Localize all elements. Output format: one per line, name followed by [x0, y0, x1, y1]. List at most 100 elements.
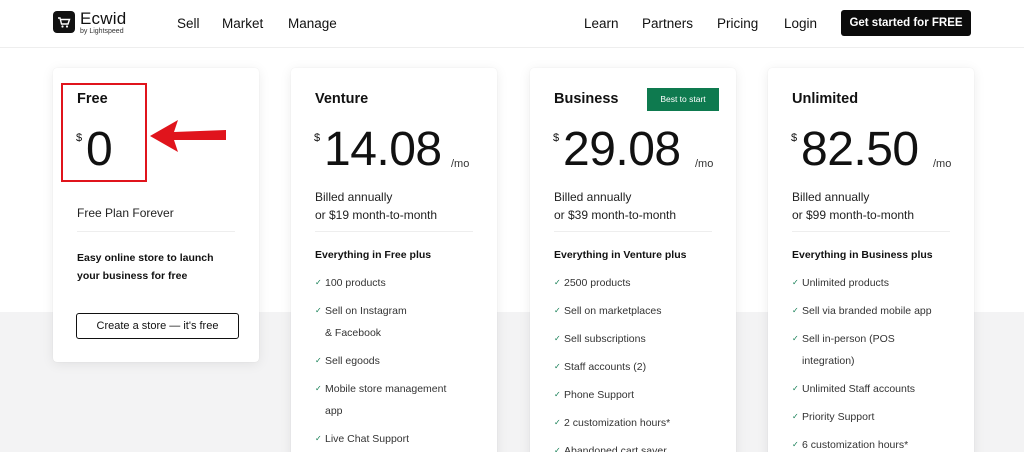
- billing-line: Billed annually: [315, 190, 393, 204]
- feature-item: ✓ 2500 products: [554, 272, 729, 294]
- plan-card-business: Business Best to start $ 29.08 /mo Bille…: [530, 68, 736, 452]
- check-icon: ✓: [315, 278, 322, 287]
- feature-item: ✓ Priority Support: [792, 406, 967, 428]
- features-heading: Everything in Free plus: [315, 249, 432, 261]
- feature-text: Priority Support: [802, 411, 875, 423]
- billing-line: Billed annually: [792, 190, 870, 204]
- feature-text: Sell via branded mobile app: [802, 305, 932, 317]
- features-heading: Everything in Venture plus: [554, 249, 687, 261]
- create-store-button[interactable]: Create a store — it's free: [76, 313, 239, 339]
- check-icon: ✓: [792, 278, 799, 287]
- nav-sell[interactable]: Sell: [177, 16, 200, 31]
- price-value: 82.50: [801, 123, 919, 176]
- feature-item: ✓ Unlimited Staff accounts: [792, 378, 967, 400]
- check-icon: ✓: [315, 356, 322, 365]
- get-started-button[interactable]: Get started for FREE: [841, 10, 971, 36]
- feature-item: ✓ Sell via branded mobile app: [792, 300, 967, 322]
- feature-text: Phone Support: [564, 389, 635, 401]
- divider: [315, 231, 473, 232]
- feature-item: ✓ Sell in-person (POS integration): [792, 328, 967, 372]
- ecwid-logo[interactable]: Ecwid by Lightspeed: [53, 9, 143, 39]
- check-icon: ✓: [554, 278, 561, 287]
- nav-login[interactable]: Login: [784, 16, 817, 31]
- feature-text: 6 customization hours*: [802, 439, 909, 451]
- feature-item: ✓ Abandoned cart saver: [554, 440, 729, 452]
- feature-item: ✓ Sell egoods: [315, 350, 490, 372]
- divider: [77, 231, 235, 232]
- features-heading: Everything in Business plus: [792, 249, 933, 261]
- feature-item: ✓ 6 customization hours*: [792, 434, 967, 452]
- check-icon: ✓: [792, 334, 799, 343]
- price-value: 14.08: [324, 123, 442, 176]
- billing-info: Billed annually or $39 month-to-month: [554, 188, 676, 224]
- per-month: /mo: [451, 158, 470, 170]
- feature-text: Sell egoods: [325, 355, 380, 367]
- feature-text: 2500 products: [564, 277, 631, 289]
- feature-text: 100 products: [325, 277, 386, 289]
- feature-list: ✓ Unlimited products ✓ Sell via branded mob…: [792, 272, 967, 452]
- check-icon: ✓: [554, 362, 561, 371]
- check-icon: ✓: [792, 412, 799, 421]
- divider: [554, 231, 712, 232]
- description-line: Easy online store to launch: [77, 252, 214, 264]
- check-icon: ✓: [792, 306, 799, 315]
- arrow-left-icon: [150, 120, 226, 152]
- billing-info: Billed annually or $99 month-to-month: [792, 188, 914, 224]
- feature-text: Abandoned cart saver: [564, 445, 667, 452]
- best-to-start-badge: Best to start: [647, 88, 719, 111]
- feature-text: Unlimited Staff accounts: [802, 383, 916, 395]
- billing-line: or $19 month-to-month: [315, 208, 438, 222]
- divider: [792, 231, 950, 232]
- billing-info: Billed annually or $19 month-to-month: [315, 188, 437, 224]
- logo-subtext: by Lightspeed: [80, 28, 124, 35]
- feature-item: ✓ Sell subscriptions: [554, 328, 729, 350]
- nav-pricing[interactable]: Pricing: [717, 16, 758, 31]
- feature-item: ✓ 2 customization hours*: [554, 412, 729, 434]
- nav-learn[interactable]: Learn: [584, 16, 619, 31]
- billing-line: or $39 month-to-month: [554, 208, 677, 222]
- feature-text: app: [325, 405, 343, 417]
- plan-card-venture: Venture $ 14.08 /mo Billed annually or $…: [291, 68, 497, 452]
- check-icon: ✓: [315, 434, 322, 443]
- billing-line: or $99 month-to-month: [792, 208, 915, 222]
- plan-subtitle: Free Plan Forever: [77, 206, 174, 220]
- billing-line: Billed annually: [554, 190, 632, 204]
- price-value: 29.08: [563, 123, 681, 176]
- plan-card-unlimited: Unlimited $ 82.50 /mo Billed annually or…: [768, 68, 974, 452]
- feature-text: Mobile store management: [325, 383, 447, 395]
- feature-text: 2 customization hours*: [564, 417, 671, 429]
- check-icon: ✓: [792, 440, 799, 449]
- feature-item: ✓ 100 products: [315, 272, 490, 294]
- plan-description: Easy online store to launch your busines…: [77, 249, 237, 285]
- feature-text: Sell on Instagram: [325, 305, 407, 317]
- per-month: /mo: [695, 158, 714, 170]
- feature-text: Live Chat Support: [325, 433, 410, 445]
- description-line: your business for free: [77, 270, 188, 282]
- check-icon: ✓: [554, 306, 561, 315]
- feature-item: ✓ Live Chat Support: [315, 428, 490, 450]
- feature-list: ✓ 2500 products ✓ Sell on marketplaces ✓ Sell…: [554, 272, 729, 452]
- currency-symbol: $: [553, 132, 560, 144]
- check-icon: ✓: [554, 418, 561, 427]
- feature-text: Sell in-person (POS: [802, 333, 895, 345]
- feature-text: & Facebook: [325, 327, 382, 339]
- currency-symbol: $: [791, 132, 798, 144]
- site-header: Ecwid by Lightspeed Sell Market Manage L…: [0, 0, 1024, 48]
- feature-item: ✓ Phone Support: [554, 384, 729, 406]
- feature-text: Sell on marketplaces: [564, 305, 662, 317]
- plan-name: Business: [554, 91, 619, 107]
- check-icon: ✓: [792, 384, 799, 393]
- nav-market[interactable]: Market: [222, 16, 263, 31]
- feature-text: Unlimited products: [802, 277, 889, 289]
- nav-manage[interactable]: Manage: [288, 16, 337, 31]
- annotation-highlight-box: [61, 83, 147, 182]
- check-icon: ✓: [554, 334, 561, 343]
- logo-text: Ecwid: [80, 9, 127, 28]
- per-month: /mo: [933, 158, 952, 170]
- check-icon: ✓: [315, 306, 322, 315]
- nav-partners[interactable]: Partners: [642, 16, 693, 31]
- feature-text: Sell subscriptions: [564, 333, 646, 345]
- cart-logo-icon: [53, 11, 75, 33]
- plan-name: Venture: [315, 91, 369, 107]
- currency-symbol: $: [314, 132, 321, 144]
